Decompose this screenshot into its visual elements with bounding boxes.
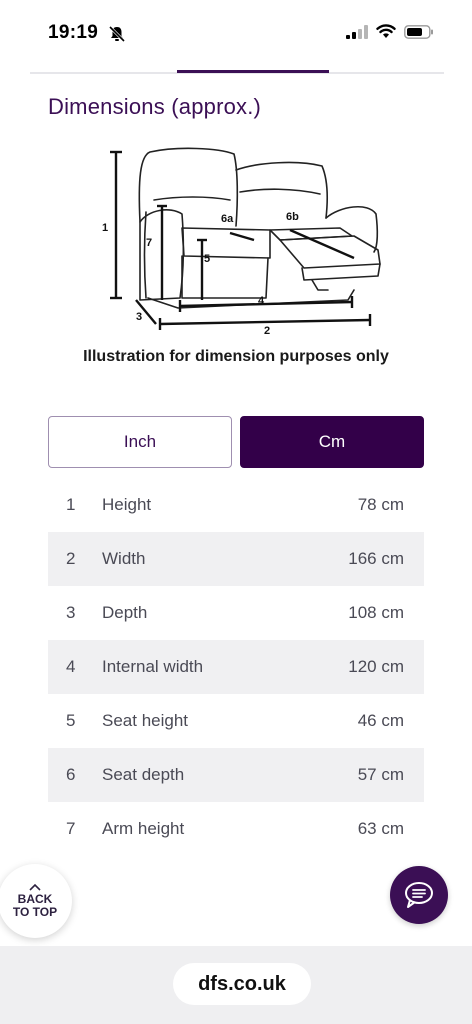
dim-label-3: 3 <box>136 311 142 323</box>
dim-label-6b: 6b <box>286 211 299 223</box>
illustration-caption: Illustration for dimension purposes only <box>83 348 389 365</box>
dim-value: 57 cm <box>357 765 404 784</box>
dim-label: Height <box>102 495 152 514</box>
dim-number: 5 <box>66 711 76 730</box>
inch-toggle-button[interactable]: Inch <box>48 416 232 468</box>
dim-label-7: 7 <box>146 237 152 249</box>
table-row: 6 Seat depth 57 cm <box>48 748 424 802</box>
back-to-top-button[interactable]: BACK TO TOP <box>0 864 72 938</box>
dim-number: 6 <box>66 765 76 784</box>
dim-value: 63 cm <box>357 819 404 838</box>
table-row: 5 Seat height 46 cm <box>48 694 424 748</box>
dim-label-6a: 6a <box>221 213 234 225</box>
table-row: 2 Width 166 cm <box>48 532 424 586</box>
table-row: 7 Arm height 63 cm <box>48 802 424 856</box>
dim-value: 166 cm <box>348 549 404 568</box>
dim-number: 3 <box>66 603 76 622</box>
dim-number: 7 <box>66 819 76 838</box>
chevron-up-icon <box>29 883 41 891</box>
section-title: Dimensions (approx.) <box>48 94 262 119</box>
url-bar[interactable]: dfs.co.uk <box>173 963 311 1005</box>
table-row: 4 Internal width 120 cm <box>48 640 424 694</box>
chat-bubble-icon <box>405 882 433 908</box>
dim-label: Arm height <box>102 819 185 838</box>
back-to-top-line2: TO TOP <box>12 905 58 919</box>
dimensions-table: 1 Height 78 cm 2 Width 166 cm 3 Depth 10… <box>48 478 424 856</box>
unit-toggle: Inch Cm <box>48 416 424 468</box>
chat-button[interactable] <box>390 866 448 924</box>
active-tab-indicator <box>177 70 329 73</box>
wifi-icon <box>376 24 396 38</box>
dim-value: 78 cm <box>357 495 404 514</box>
dim-value: 120 cm <box>348 657 404 676</box>
dim-label: Depth <box>102 603 148 622</box>
dim-label-1: 1 <box>102 222 108 234</box>
status-time: 19:19 <box>48 22 99 43</box>
dim-label: Internal width <box>102 657 204 676</box>
dim-label: Seat height <box>102 711 189 730</box>
dim-label: Width <box>102 549 146 568</box>
dim-number: 1 <box>66 495 76 514</box>
dim-label-4: 4 <box>258 295 265 307</box>
bell-slash-icon <box>108 25 126 43</box>
dim-value: 108 cm <box>348 603 404 622</box>
dim-number: 4 <box>66 657 76 676</box>
dim-label: Seat depth <box>102 765 185 784</box>
sofa-dimension-illustration: 1 7 6a 6b 5 4 3 2 <box>102 147 381 337</box>
dim-value: 46 cm <box>357 711 404 730</box>
dim-label-2: 2 <box>264 325 270 337</box>
status-bar: 19:19 <box>0 0 472 70</box>
cellular-signal-icon <box>346 24 368 39</box>
browser-bottom-bar: dfs.co.uk <box>0 946 472 1024</box>
table-row: 3 Depth 108 cm <box>48 586 424 640</box>
battery-icon <box>404 24 433 39</box>
dim-number: 2 <box>66 549 76 568</box>
table-row: 1 Height 78 cm <box>48 478 424 532</box>
cm-toggle-button[interactable]: Cm <box>240 416 424 468</box>
dim-label-5: 5 <box>204 253 210 265</box>
